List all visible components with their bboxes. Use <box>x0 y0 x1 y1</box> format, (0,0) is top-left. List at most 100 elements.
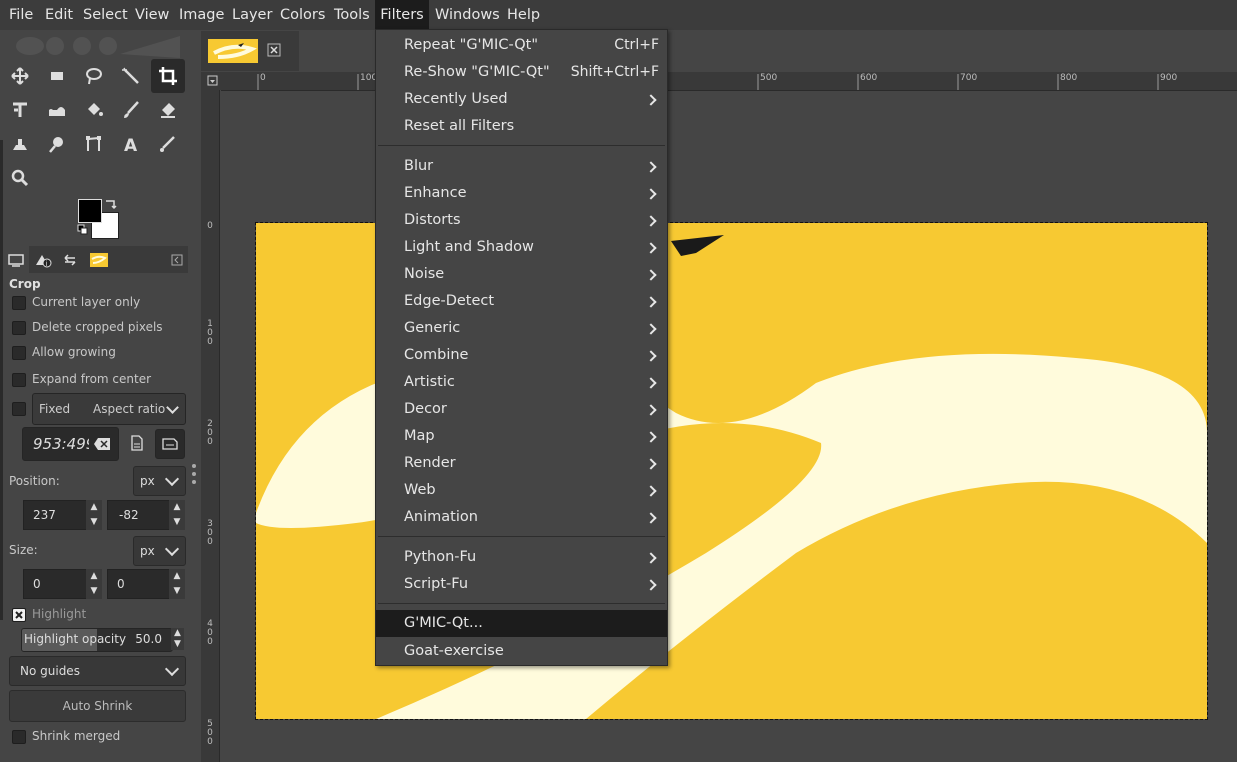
expand-from-center-checkbox[interactable] <box>12 373 26 387</box>
size-width-down-button[interactable]: ▼ <box>86 584 102 599</box>
highlight-checkbox[interactable] <box>12 608 26 622</box>
menu-item-noise[interactable]: Noise <box>376 261 667 288</box>
menu-item-gmic-qt[interactable]: G'MIC-Qt... <box>376 610 667 637</box>
tab-undo-history[interactable] <box>57 246 83 273</box>
position-x-input[interactable]: 237 <box>23 500 87 530</box>
text-tool-icon[interactable]: A <box>114 127 148 161</box>
shrink-merged-checkbox[interactable] <box>12 730 26 744</box>
paths-tool-icon[interactable] <box>77 127 111 161</box>
dock-menu-icon[interactable] <box>171 254 183 266</box>
guides-dropdown[interactable]: No guides <box>9 656 186 686</box>
eraser-tool-icon[interactable] <box>151 93 185 127</box>
zoom-tool-icon[interactable] <box>3 161 37 195</box>
menu-image[interactable]: Image <box>179 0 224 30</box>
highlight-opacity-slider[interactable]: Highlight opacity 50.0 <box>21 628 173 652</box>
menu-item-repeat-gmic[interactable]: Repeat "G'MIC-Qt" Ctrl+F <box>376 32 667 59</box>
menu-item-render[interactable]: Render <box>376 450 667 477</box>
crop-tool-icon[interactable] <box>151 59 185 93</box>
quick-mask-icon <box>207 75 218 86</box>
menu-item-combine[interactable]: Combine <box>376 342 667 369</box>
menu-item-goat-exercise[interactable]: Goat-exercise <box>376 638 667 665</box>
menu-item-script-fu[interactable]: Script-Fu <box>376 571 667 598</box>
paintbrush-tool-icon[interactable] <box>114 93 148 127</box>
aspect-ratio-field[interactable]: 953:499 <box>22 427 119 461</box>
size-unit-dropdown[interactable]: px <box>133 536 186 566</box>
landscape-toggle[interactable] <box>155 429 185 459</box>
size-height-down-button[interactable]: ▼ <box>169 584 185 599</box>
menu-edit[interactable]: Edit <box>45 0 73 30</box>
menu-filters[interactable]: Filters <box>375 0 429 30</box>
image-tab[interactable] <box>201 31 299 71</box>
menu-item-recently-used[interactable]: Recently Used <box>376 86 667 113</box>
rect-select-tool-icon[interactable] <box>40 59 74 93</box>
menu-layer[interactable]: Layer <box>232 0 272 30</box>
menu-item-map[interactable]: Map <box>376 423 667 450</box>
position-y-input[interactable]: -82 <box>107 500 171 530</box>
menu-item-generic[interactable]: Generic <box>376 315 667 342</box>
opacity-up-button[interactable]: ▲ <box>171 628 184 639</box>
fixed-checkbox[interactable] <box>12 402 26 416</box>
menu-item-label: Reset all Filters <box>404 118 515 134</box>
menu-item-distorts[interactable]: Distorts <box>376 207 667 234</box>
menu-item-reshow-gmic[interactable]: Re-Show "G'MIC-Qt" Shift+Ctrl+F <box>376 59 667 86</box>
fuzzy-select-tool-icon[interactable] <box>114 59 148 93</box>
menu-select[interactable]: Select <box>83 0 128 30</box>
free-select-tool-icon[interactable] <box>77 59 111 93</box>
menu-item-reset-filters[interactable]: Reset all Filters <box>376 113 667 140</box>
position-y-value: -82 <box>119 508 139 522</box>
transform-tool-icon[interactable] <box>3 93 37 127</box>
menu-file[interactable]: File <box>9 0 33 30</box>
opacity-down-button[interactable]: ▼ <box>171 639 184 650</box>
color-picker-tool-icon[interactable] <box>151 127 185 161</box>
size-height-up-button[interactable]: ▲ <box>169 569 185 584</box>
ruler-corner[interactable] <box>201 72 221 90</box>
current-layer-only-checkbox[interactable] <box>12 296 26 310</box>
delete-cropped-checkbox[interactable] <box>12 321 26 335</box>
size-width-up-button[interactable]: ▲ <box>86 569 102 584</box>
portrait-icon[interactable] <box>130 435 144 451</box>
menu-item-web[interactable]: Web <box>376 477 667 504</box>
position-x-up-button[interactable]: ▲ <box>86 500 102 515</box>
position-unit-dropdown[interactable]: px <box>133 466 186 496</box>
menu-item-edge-detect[interactable]: Edge-Detect <box>376 288 667 315</box>
clear-field-icon[interactable] <box>93 437 111 451</box>
menu-item-python-fu[interactable]: Python-Fu <box>376 544 667 571</box>
tab-tool-options[interactable] <box>3 246 29 273</box>
menu-view[interactable]: View <box>135 0 169 30</box>
menu-help[interactable]: Help <box>507 0 540 30</box>
chevron-down-icon <box>164 471 180 487</box>
menu-item-artistic[interactable]: Artistic <box>376 369 667 396</box>
auto-shrink-button[interactable]: Auto Shrink <box>9 690 186 722</box>
swap-colors-icon[interactable] <box>104 198 118 210</box>
chevron-right-icon <box>645 269 657 281</box>
foreground-color-swatch[interactable] <box>78 199 102 223</box>
fixed-mode-dropdown[interactable]: Fixed Aspect ratio <box>32 393 186 425</box>
menu-item-enhance[interactable]: Enhance <box>376 180 667 207</box>
tab-device-status[interactable]: i <box>30 246 56 273</box>
close-tab-icon[interactable] <box>267 43 281 57</box>
menu-colors[interactable]: Colors <box>280 0 325 30</box>
size-width-input[interactable]: 0 <box>23 569 87 599</box>
tab-images[interactable] <box>84 246 114 273</box>
allow-growing-checkbox[interactable] <box>12 346 26 360</box>
landscape-icon <box>162 438 178 450</box>
warp-transform-tool-icon[interactable] <box>40 93 74 127</box>
move-tool-icon[interactable] <box>3 59 37 93</box>
position-y-up-button[interactable]: ▲ <box>169 500 185 515</box>
menu-item-decor[interactable]: Decor <box>376 396 667 423</box>
menu-windows[interactable]: Windows <box>435 0 500 30</box>
clone-tool-icon[interactable] <box>3 127 37 161</box>
position-y-down-button[interactable]: ▼ <box>169 515 185 530</box>
menu-tools[interactable]: Tools <box>334 0 370 30</box>
dock-resize-handle[interactable] <box>191 462 197 486</box>
menu-item-light-and-shadow[interactable]: Light and Shadow <box>376 234 667 261</box>
menu-item-label: Map <box>404 428 435 444</box>
smudge-tool-icon[interactable] <box>40 127 74 161</box>
size-height-input[interactable]: 0 <box>107 569 171 599</box>
default-colors-icon[interactable] <box>77 224 89 236</box>
menu-item-label: G'MIC-Qt... <box>404 615 483 631</box>
bucket-fill-tool-icon[interactable] <box>77 93 111 127</box>
menu-item-animation[interactable]: Animation <box>376 504 667 531</box>
menu-item-blur[interactable]: Blur <box>376 153 667 180</box>
position-x-down-button[interactable]: ▼ <box>86 515 102 530</box>
